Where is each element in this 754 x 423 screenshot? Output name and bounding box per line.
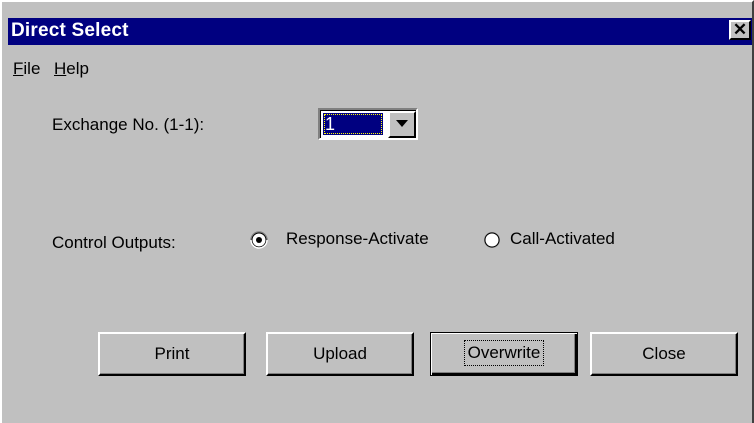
menu-file[interactable]: File bbox=[13, 59, 40, 79]
overwrite-button-label: Overwrite bbox=[463, 340, 545, 366]
chevron-down-icon bbox=[396, 120, 408, 127]
close-button-label: Close bbox=[642, 344, 686, 363]
radio-call-activated-label: Call-Activated bbox=[510, 229, 615, 248]
exchange-select[interactable]: 1 bbox=[318, 108, 418, 140]
menu-bar: File Help bbox=[8, 47, 752, 87]
title-bar[interactable]: Direct Select ✕ bbox=[8, 18, 752, 45]
exchange-selected-value: 1 bbox=[323, 113, 383, 135]
print-button-label: Print bbox=[154, 344, 190, 363]
overwrite-button[interactable]: Overwrite bbox=[430, 332, 578, 376]
exchange-select-frame: 1 bbox=[320, 110, 416, 138]
radio-response-activate-label: Response-Activate bbox=[286, 229, 429, 248]
close-button[interactable]: Close bbox=[590, 332, 738, 376]
menu-help[interactable]: Help bbox=[54, 59, 89, 79]
close-icon: ✕ bbox=[732, 20, 748, 39]
control-outputs-label: Control Outputs: bbox=[52, 233, 176, 252]
menu-file-accelerator: F bbox=[13, 59, 24, 78]
upload-button-label: Upload bbox=[313, 344, 367, 363]
radio-checked-icon bbox=[250, 231, 268, 249]
menu-file-label: ile bbox=[23, 59, 41, 78]
close-window-button[interactable]: ✕ bbox=[729, 20, 751, 40]
exchange-dropdown-button[interactable] bbox=[388, 111, 416, 138]
window-title: Direct Select bbox=[11, 20, 129, 41]
exchange-label: Exchange No. (1-1): bbox=[52, 115, 205, 134]
menu-help-label: elp bbox=[66, 59, 89, 78]
menu-help-accelerator: H bbox=[54, 59, 67, 78]
print-button[interactable]: Print bbox=[98, 332, 246, 376]
upload-button[interactable]: Upload bbox=[266, 332, 414, 376]
radio-unchecked-icon bbox=[484, 232, 500, 248]
